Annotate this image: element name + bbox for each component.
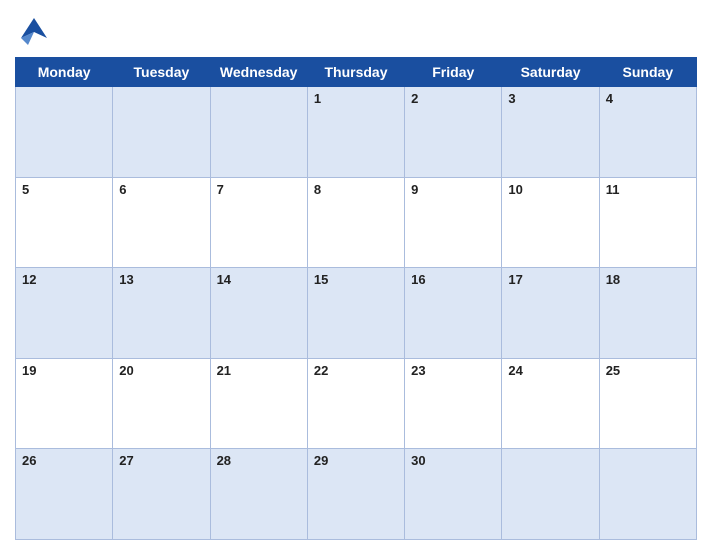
day-number: 22 [314, 363, 328, 378]
day-number: 12 [22, 272, 36, 287]
calendar-day-10: 10 [502, 177, 599, 268]
weekday-tuesday: Tuesday [113, 58, 210, 87]
day-number: 18 [606, 272, 620, 287]
calendar-day-3: 3 [502, 87, 599, 178]
weekday-thursday: Thursday [307, 58, 404, 87]
calendar-day-16: 16 [405, 268, 502, 359]
day-number: 3 [508, 91, 515, 106]
day-number: 9 [411, 182, 418, 197]
calendar-day-17: 17 [502, 268, 599, 359]
calendar-day-6: 6 [113, 177, 210, 268]
calendar-day-29: 29 [307, 449, 404, 540]
weekday-friday: Friday [405, 58, 502, 87]
calendar-day-7: 7 [210, 177, 307, 268]
calendar-day-19: 19 [16, 358, 113, 449]
calendar-day-22: 22 [307, 358, 404, 449]
logo-bird-icon [15, 10, 53, 53]
day-number: 20 [119, 363, 133, 378]
day-number: 4 [606, 91, 613, 106]
calendar-week-row: 26 27 28 29 30 [16, 449, 697, 540]
calendar-day-5: 5 [16, 177, 113, 268]
day-number: 27 [119, 453, 133, 468]
day-number: 15 [314, 272, 328, 287]
calendar-day-21: 21 [210, 358, 307, 449]
calendar-day-12: 12 [16, 268, 113, 359]
calendar-day-4: 4 [599, 87, 696, 178]
day-number: 28 [217, 453, 231, 468]
day-number: 23 [411, 363, 425, 378]
calendar-day-8: 8 [307, 177, 404, 268]
calendar-day-24: 24 [502, 358, 599, 449]
day-number: 7 [217, 182, 224, 197]
weekday-wednesday: Wednesday [210, 58, 307, 87]
day-number: 30 [411, 453, 425, 468]
day-number: 19 [22, 363, 36, 378]
calendar-header [15, 10, 697, 53]
logo [15, 10, 57, 53]
calendar-table: MondayTuesdayWednesdayThursdayFridaySatu… [15, 57, 697, 540]
calendar-week-row: 5 6 7 8 9 10 11 [16, 177, 697, 268]
weekday-monday: Monday [16, 58, 113, 87]
day-number: 5 [22, 182, 29, 197]
calendar-day-25: 25 [599, 358, 696, 449]
calendar-day-20: 20 [113, 358, 210, 449]
day-number: 8 [314, 182, 321, 197]
calendar-day-1: 1 [307, 87, 404, 178]
calendar-day-2: 2 [405, 87, 502, 178]
calendar-day-13: 13 [113, 268, 210, 359]
calendar-day-23: 23 [405, 358, 502, 449]
calendar-day-11: 11 [599, 177, 696, 268]
calendar-day-26: 26 [16, 449, 113, 540]
day-number: 25 [606, 363, 620, 378]
day-number: 16 [411, 272, 425, 287]
calendar-day-empty [210, 87, 307, 178]
day-number: 6 [119, 182, 126, 197]
day-number: 26 [22, 453, 36, 468]
calendar-day-empty [16, 87, 113, 178]
calendar-week-row: 1 2 3 4 [16, 87, 697, 178]
day-number: 13 [119, 272, 133, 287]
day-number: 14 [217, 272, 231, 287]
calendar-week-row: 19 20 21 22 23 24 25 [16, 358, 697, 449]
calendar-day-28: 28 [210, 449, 307, 540]
weekday-sunday: Sunday [599, 58, 696, 87]
day-number: 11 [606, 182, 620, 197]
calendar-day-30: 30 [405, 449, 502, 540]
calendar-day-18: 18 [599, 268, 696, 359]
day-number: 21 [217, 363, 231, 378]
calendar-day-14: 14 [210, 268, 307, 359]
calendar-day-9: 9 [405, 177, 502, 268]
day-number: 17 [508, 272, 522, 287]
weekday-header-row: MondayTuesdayWednesdayThursdayFridaySatu… [16, 58, 697, 87]
calendar-day-15: 15 [307, 268, 404, 359]
day-number: 29 [314, 453, 328, 468]
day-number: 10 [508, 182, 522, 197]
calendar-day-empty [113, 87, 210, 178]
day-number: 24 [508, 363, 522, 378]
weekday-saturday: Saturday [502, 58, 599, 87]
day-number: 2 [411, 91, 418, 106]
calendar-week-row: 12 13 14 15 16 17 18 [16, 268, 697, 359]
calendar-day-empty [502, 449, 599, 540]
day-number: 1 [314, 91, 321, 106]
calendar-day-27: 27 [113, 449, 210, 540]
calendar-day-empty [599, 449, 696, 540]
